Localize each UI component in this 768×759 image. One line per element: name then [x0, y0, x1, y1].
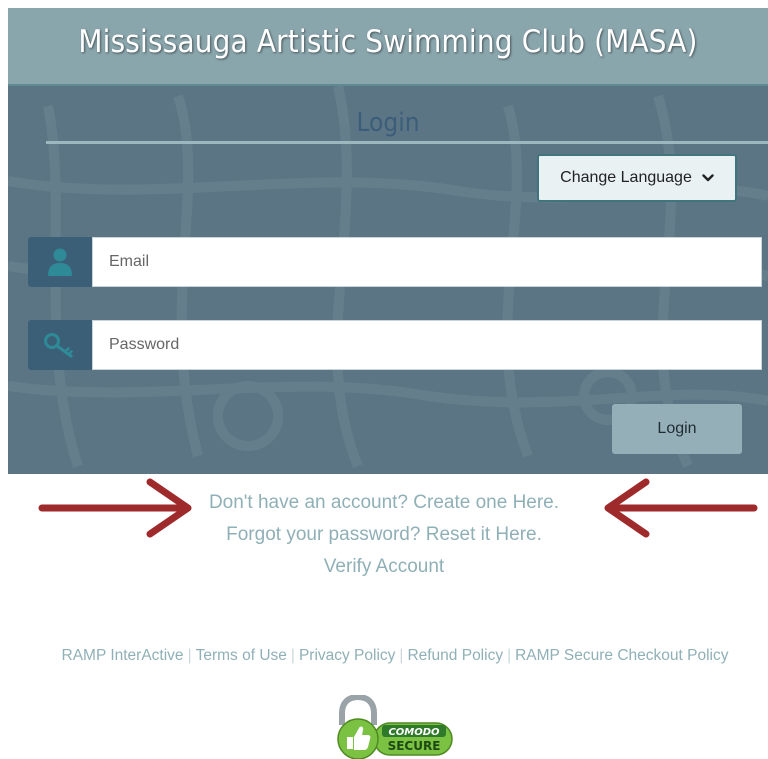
arrow-right-icon [38, 478, 192, 538]
arrow-left-icon [604, 478, 758, 538]
email-input[interactable]: Email [92, 237, 762, 287]
password-addon [28, 320, 92, 370]
footer-link-secure-checkout[interactable]: RAMP Secure Checkout Policy [515, 647, 728, 664]
password-field-group: Password [28, 320, 762, 370]
club-title: Mississauga Artistic Swimming Club (MASA… [78, 24, 698, 60]
footer-separator: | [290, 647, 295, 664]
verify-account-link[interactable]: Verify Account [324, 556, 444, 577]
email-placeholder: Email [109, 253, 150, 270]
login-button-label: Login [657, 420, 697, 437]
user-icon [48, 248, 72, 276]
badge-brand-text: COMODO [388, 727, 440, 738]
change-language-button[interactable]: Change Language [537, 154, 737, 202]
email-addon [28, 237, 92, 287]
footer-separator: | [187, 647, 192, 664]
password-input[interactable]: Password [92, 320, 762, 370]
footer-links: RAMP InterActive | Terms of Use | Privacy Po… [40, 645, 750, 666]
login-button[interactable]: Login [612, 404, 742, 454]
reset-password-link[interactable]: Forgot your password? Reset it Here. [226, 524, 542, 545]
site-header: Mississauga Artistic Swimming Club (MASA… [8, 8, 768, 86]
chevron-down-icon [702, 174, 714, 182]
footer-link-privacy[interactable]: Privacy Policy [299, 647, 395, 664]
heading-divider [46, 141, 768, 144]
email-field-group: Email [28, 237, 762, 287]
change-language-label: Change Language [560, 169, 692, 186]
badge-label-text: SECURE [388, 739, 441, 753]
password-placeholder: Password [109, 336, 180, 353]
key-icon [44, 333, 73, 358]
login-heading: Login [356, 108, 420, 138]
footer-separator: | [507, 647, 512, 664]
login-panel: Login Change Language Email Password Log… [8, 86, 768, 474]
footer-link-terms[interactable]: Terms of Use [196, 647, 287, 664]
create-account-link[interactable]: Don't have an account? Create one Here. [209, 492, 559, 513]
footer-separator: | [399, 647, 404, 664]
footer-link-refund[interactable]: Refund Policy [407, 647, 503, 664]
footer-link-ramp[interactable]: RAMP InterActive [62, 647, 184, 664]
comodo-secure-badge[interactable]: COMODO SECURE [330, 695, 460, 759]
